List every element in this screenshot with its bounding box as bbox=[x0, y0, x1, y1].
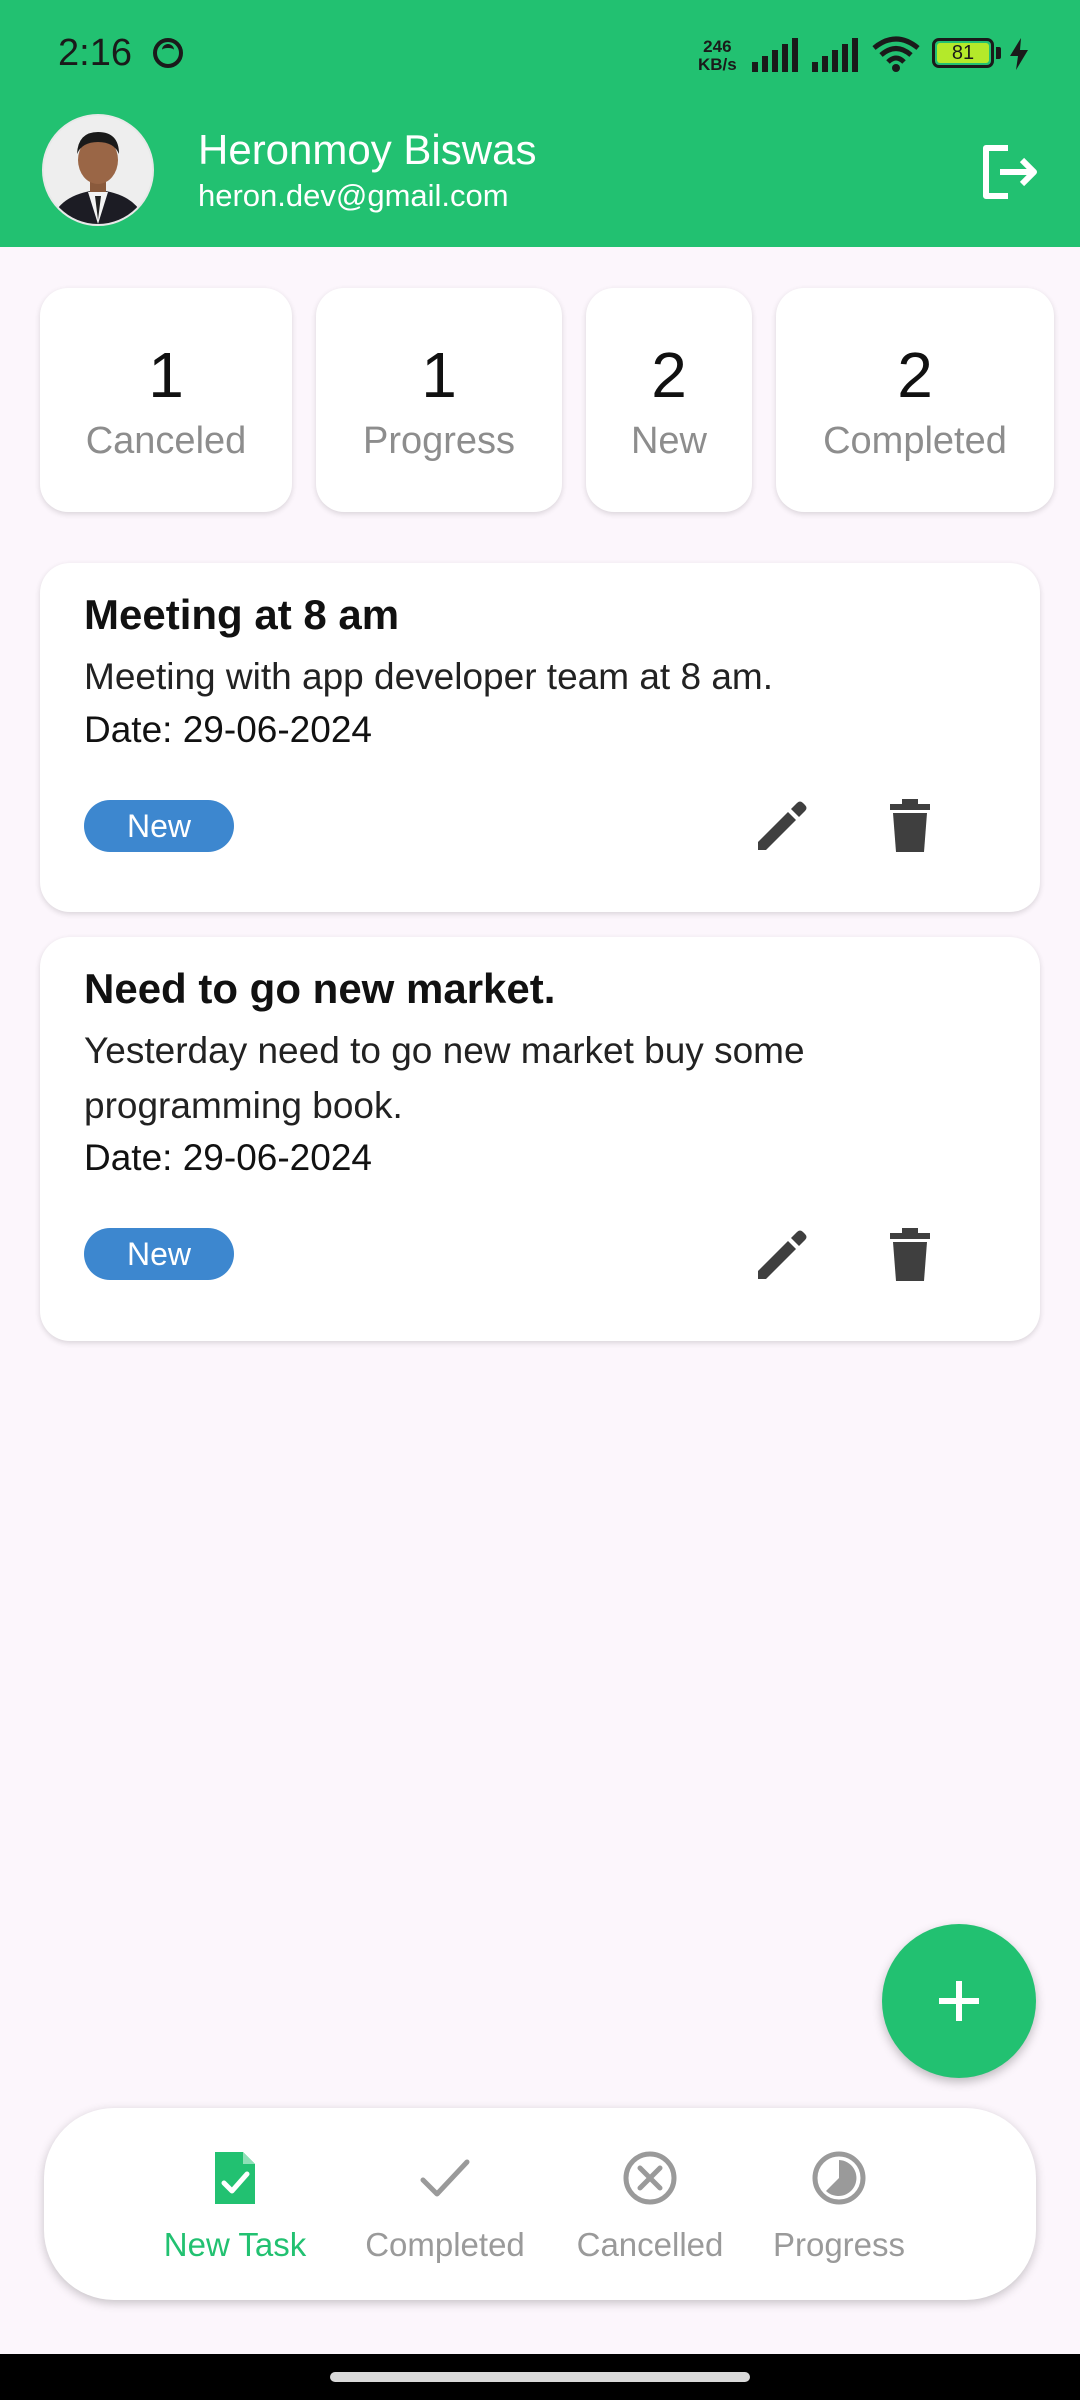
task-check-icon bbox=[215, 2152, 255, 2204]
summary-count: 1 bbox=[148, 339, 184, 411]
wifi-icon bbox=[872, 36, 920, 72]
status-bar: 2:16 246 KB/s 81 bbox=[0, 0, 1080, 108]
task-date: Date: 29-06-2024 bbox=[84, 709, 372, 750]
summary-label: Completed bbox=[823, 420, 1007, 462]
plus-icon-vertical bbox=[956, 1981, 962, 2021]
summary-card-canceled: 1 Canceled bbox=[40, 288, 292, 512]
app-header: 2:16 246 KB/s 81 Heronmoy Biswas heron.d… bbox=[0, 0, 1080, 247]
status-time: 2:16 bbox=[58, 32, 132, 74]
add-task-button[interactable] bbox=[882, 1924, 1036, 2078]
signal-2-icon bbox=[812, 38, 858, 72]
avatar-photo bbox=[44, 116, 152, 224]
nav-item-new-task[interactable]: New Task bbox=[160, 2108, 310, 2300]
task-title: Need to go new market. bbox=[84, 965, 556, 1012]
bottom-navigation: New Task Completed Cancelled Progress bbox=[44, 2108, 1036, 2300]
task-description: Yesterday need to go new market buy some… bbox=[84, 1030, 805, 1126]
nav-item-progress[interactable]: Progress bbox=[762, 2108, 916, 2300]
summary-label: New bbox=[630, 420, 708, 462]
logout-icon[interactable] bbox=[978, 140, 1042, 204]
nav-label: Completed bbox=[365, 2226, 525, 2263]
edit-icon[interactable] bbox=[750, 794, 814, 858]
user-name: Heronmoy Biswas bbox=[198, 126, 537, 173]
delete-icon[interactable] bbox=[878, 1223, 942, 1287]
check-icon bbox=[420, 2159, 470, 2197]
delete-icon[interactable] bbox=[878, 794, 942, 858]
task-card[interactable]: Meeting at 8 am Meeting with app develop… bbox=[40, 563, 1040, 912]
cancel-circle-icon bbox=[623, 2151, 677, 2205]
task-description: Meeting with app developer team at 8 am. bbox=[84, 656, 773, 697]
summary-card-progress: 1 Progress bbox=[316, 288, 562, 512]
summary-count: 2 bbox=[897, 339, 933, 411]
summary-count: 1 bbox=[421, 339, 457, 411]
status-badge: New bbox=[84, 1228, 234, 1280]
summary-label: Canceled bbox=[85, 420, 247, 462]
battery-icon: 81 bbox=[932, 38, 994, 68]
user-email: heron.dev@gmail.com bbox=[198, 178, 509, 213]
progress-icon bbox=[812, 2151, 866, 2205]
nav-item-cancelled[interactable]: Cancelled bbox=[570, 2108, 730, 2300]
system-navigation-bar bbox=[0, 2354, 1080, 2400]
home-indicator[interactable] bbox=[330, 2372, 750, 2382]
summary-card-new: 2 New bbox=[586, 288, 752, 512]
task-title: Meeting at 8 am bbox=[84, 591, 400, 638]
status-badge: New bbox=[84, 800, 234, 852]
avatar[interactable] bbox=[42, 114, 154, 226]
task-date: Date: 29-06-2024 bbox=[84, 1137, 372, 1178]
summary-card-completed: 2 Completed bbox=[776, 288, 1054, 512]
summary-label: Progress bbox=[362, 420, 516, 462]
charging-icon bbox=[1010, 38, 1028, 70]
nav-label: New Task bbox=[163, 2226, 307, 2263]
notification-icon bbox=[153, 38, 183, 68]
task-card[interactable]: Need to go new market. Yesterday need to… bbox=[40, 937, 1040, 1341]
network-speed: 246 KB/s bbox=[698, 37, 737, 74]
nav-label: Progress bbox=[772, 2226, 906, 2263]
signal-icon bbox=[752, 38, 798, 72]
edit-icon[interactable] bbox=[750, 1223, 814, 1287]
battery-tip bbox=[996, 47, 1001, 59]
summary-count: 2 bbox=[651, 339, 687, 411]
nav-label: Cancelled bbox=[576, 2226, 724, 2263]
nav-item-completed[interactable]: Completed bbox=[360, 2108, 530, 2300]
